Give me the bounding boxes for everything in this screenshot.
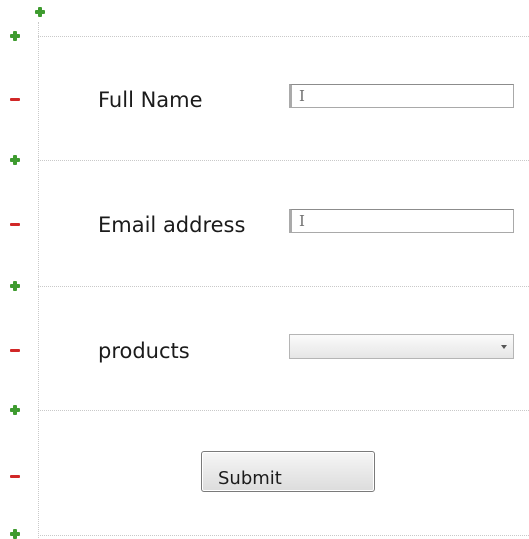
add-row-plus-icon[interactable] xyxy=(10,405,20,415)
email-address-input[interactable]: I xyxy=(289,209,514,233)
remove-row-minus-icon[interactable] xyxy=(10,223,20,226)
add-column-plus-icon[interactable] xyxy=(35,7,45,17)
products-label: products xyxy=(98,339,190,363)
row-separator xyxy=(38,36,529,37)
email-address-label: Email address xyxy=(98,213,246,237)
row-separator xyxy=(38,535,529,536)
remove-row-minus-icon[interactable] xyxy=(10,349,20,352)
full-name-label: Full Name xyxy=(98,88,203,112)
full-name-input[interactable]: I xyxy=(289,84,514,108)
row-separator xyxy=(38,286,529,287)
row-separator xyxy=(38,410,529,411)
vertical-guide xyxy=(38,22,39,538)
remove-row-minus-icon[interactable] xyxy=(10,98,20,101)
add-row-plus-icon[interactable] xyxy=(10,281,20,291)
add-row-plus-icon[interactable] xyxy=(10,31,20,41)
row-separator xyxy=(38,160,529,161)
text-cursor-icon: I xyxy=(299,212,305,230)
chevron-down-icon xyxy=(501,345,507,349)
add-row-plus-icon[interactable] xyxy=(10,155,20,165)
remove-row-minus-icon[interactable] xyxy=(10,475,20,478)
submit-button-label: Submit xyxy=(218,468,282,489)
submit-button[interactable]: Submit xyxy=(201,451,375,492)
text-cursor-icon: I xyxy=(299,87,305,105)
products-select[interactable] xyxy=(289,334,514,359)
